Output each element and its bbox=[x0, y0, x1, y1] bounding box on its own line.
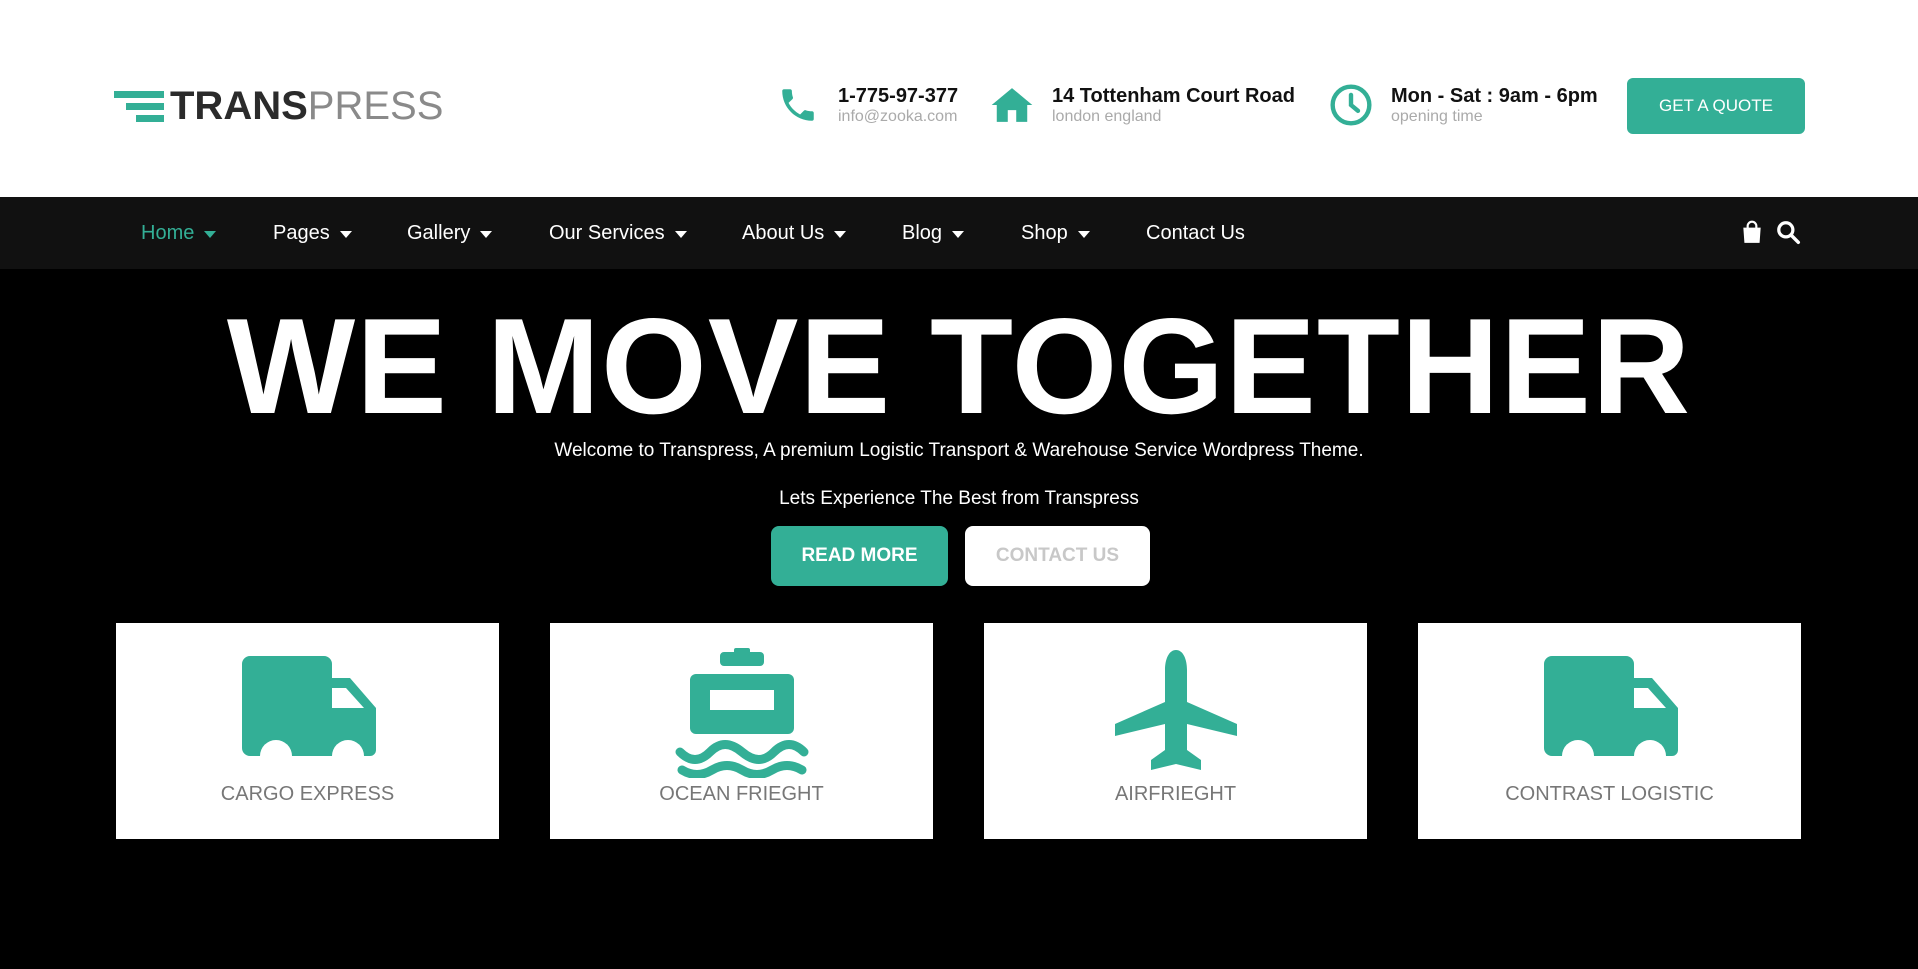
clock-icon bbox=[1329, 83, 1373, 127]
nav-item-label: Pages bbox=[273, 221, 330, 244]
contact-us-button[interactable]: CONTACT US bbox=[965, 526, 1150, 586]
contact-hours: Mon - Sat : 9am - 6pm opening time bbox=[1329, 80, 1598, 130]
nav-item-blog[interactable]: Blog bbox=[902, 197, 965, 269]
nav-item-label: About Us bbox=[742, 221, 825, 244]
hero-subtitle: Welcome to Transpress, A premium Logisti… bbox=[554, 440, 1364, 461]
opening-hours: Mon - Sat : 9am - 6pm bbox=[1391, 85, 1598, 107]
top-header: TRANS PRESS 1-775-97-377 info@zooka.com … bbox=[0, 0, 1918, 197]
logo-text-bold: TRANS bbox=[170, 84, 308, 128]
nav-item-label: Our Services bbox=[549, 221, 665, 244]
search-icon[interactable] bbox=[1775, 219, 1801, 245]
nav-item-home[interactable]: Home bbox=[141, 197, 217, 269]
main-navigation: Home Pages Gallery Our Services About Us… bbox=[0, 197, 1918, 269]
nav-item-label: Home bbox=[141, 221, 195, 244]
logo-text-light: PRESS bbox=[307, 84, 444, 128]
caret-down-icon bbox=[480, 230, 493, 238]
caret-down-icon bbox=[834, 230, 847, 238]
logo[interactable]: TRANS PRESS bbox=[114, 86, 443, 126]
ship-icon bbox=[675, 648, 808, 778]
get-quote-button[interactable]: GET A QUOTE bbox=[1627, 78, 1805, 134]
caret-down-icon bbox=[674, 230, 687, 238]
service-label: AIRFRIEGHT bbox=[1114, 783, 1237, 805]
nav-item-gallery[interactable]: Gallery bbox=[407, 197, 493, 269]
nav-item-about-us[interactable]: About Us bbox=[742, 197, 847, 269]
plane-icon bbox=[1114, 650, 1237, 770]
hero-tagline: Lets Experience The Best from Transpress bbox=[779, 488, 1139, 509]
caret-down-icon bbox=[1077, 230, 1090, 238]
nav-item-label: Shop bbox=[1021, 221, 1068, 244]
service-label: OCEAN FRIEGHT bbox=[659, 783, 824, 805]
nav-item-label: Blog bbox=[902, 221, 943, 244]
service-card-cargo-express[interactable]: CARGO EXPRESS bbox=[116, 623, 499, 839]
service-card-ocean-freight[interactable]: OCEAN FRIEGHT bbox=[550, 623, 933, 839]
nav-item-contact-us[interactable]: Contact Us bbox=[1146, 197, 1245, 269]
nav-item-label: Contact Us bbox=[1146, 221, 1245, 244]
logo-mark-icon bbox=[114, 91, 164, 122]
nav-item-label: Gallery bbox=[407, 221, 471, 244]
hero-title: WE MOVE TOGETHER bbox=[226, 290, 1692, 442]
contact-phone: 1-775-97-377 info@zooka.com bbox=[776, 80, 958, 130]
address-city: london england bbox=[1052, 108, 1162, 125]
service-card-airfreight[interactable]: AIRFRIEGHT bbox=[984, 623, 1367, 839]
contact-address: 14 Tottenham Court Road london england bbox=[990, 80, 1295, 130]
service-label: CARGO EXPRESS bbox=[220, 783, 395, 805]
caret-down-icon bbox=[204, 230, 217, 238]
email-address: info@zooka.com bbox=[838, 108, 958, 125]
nav-item-pages[interactable]: Pages bbox=[273, 197, 352, 269]
service-label: CONTRAST LOGISTIC bbox=[1505, 783, 1714, 805]
nav-item-shop[interactable]: Shop bbox=[1021, 197, 1090, 269]
shopping-bag-icon[interactable] bbox=[1739, 219, 1765, 245]
opening-label: opening time bbox=[1391, 108, 1483, 125]
caret-down-icon bbox=[952, 230, 965, 238]
home-icon bbox=[990, 83, 1034, 127]
phone-number: 1-775-97-377 bbox=[838, 85, 959, 107]
address-line: 14 Tottenham Court Road bbox=[1052, 85, 1295, 107]
phone-icon bbox=[776, 83, 820, 127]
truck-icon bbox=[1543, 656, 1678, 772]
service-card-contrast-logistic[interactable]: CONTRAST LOGISTIC bbox=[1418, 623, 1801, 839]
caret-down-icon bbox=[339, 230, 352, 238]
nav-item-our-services[interactable]: Our Services bbox=[549, 197, 687, 269]
truck-icon bbox=[241, 656, 376, 772]
read-more-button[interactable]: READ MORE bbox=[771, 526, 948, 586]
